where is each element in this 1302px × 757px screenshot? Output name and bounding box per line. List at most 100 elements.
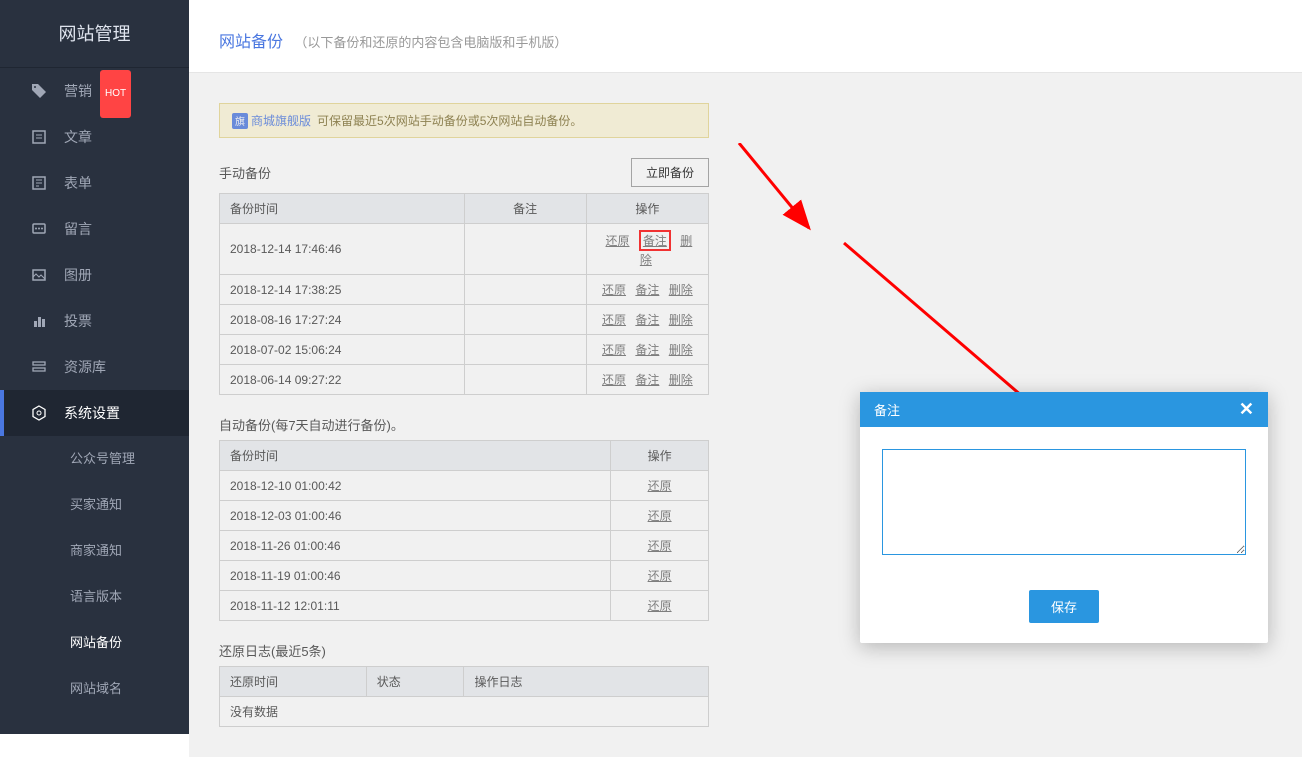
save-button[interactable]: 保存 bbox=[1029, 590, 1099, 623]
restore-link[interactable]: 还原 bbox=[602, 313, 626, 327]
restore-link[interactable]: 还原 bbox=[648, 569, 672, 583]
sidebar-item-label: 资源库 bbox=[64, 344, 106, 390]
table-row: 2018-12-10 01:00:42 还原 bbox=[220, 471, 709, 501]
notice-bar: 旗 商城旗舰版 可保留最近5次网站手动备份或5次网站自动备份。 bbox=[219, 103, 709, 138]
cell-time: 2018-12-10 01:00:42 bbox=[220, 471, 611, 501]
cell-actions: 还原 备注 删除 bbox=[586, 335, 708, 365]
cell-time: 2018-06-14 09:27:22 bbox=[220, 365, 465, 395]
hot-badge: HOT bbox=[100, 70, 131, 118]
sidebar-item-label: 买家通知 bbox=[70, 482, 122, 528]
table-row: 2018-12-14 17:38:25 还原 备注 删除 bbox=[220, 275, 709, 305]
cell-time: 2018-12-03 01:00:46 bbox=[220, 501, 611, 531]
sidebar-item-vote[interactable]: 投票 bbox=[0, 298, 189, 344]
restore-link[interactable]: 还原 bbox=[648, 599, 672, 613]
restore-link[interactable]: 还原 bbox=[602, 343, 626, 357]
form-icon bbox=[30, 174, 48, 192]
sidebar-item-message[interactable]: 留言 bbox=[0, 206, 189, 252]
sidebar-item-label: 公众号管理 bbox=[70, 436, 135, 482]
restore-link[interactable]: 还原 bbox=[602, 373, 626, 387]
delete-link[interactable]: 删除 bbox=[669, 343, 693, 357]
restore-link[interactable]: 还原 bbox=[648, 509, 672, 523]
cell-actions: 还原 bbox=[611, 591, 709, 621]
sidebar-item-label: 网站域名 bbox=[70, 666, 122, 712]
restore-log-section: 还原日志(最近5条) 还原时间 状态 操作日志 没有数据 bbox=[219, 641, 709, 727]
cell-remark bbox=[464, 305, 586, 335]
cell-time: 2018-11-12 12:01:11 bbox=[220, 591, 611, 621]
sidebar-item-label: 系统设置 bbox=[64, 390, 120, 436]
message-icon bbox=[30, 220, 48, 238]
sidebar-item-label: 营销 bbox=[64, 68, 92, 114]
modal-header: 备注 ✕ bbox=[860, 392, 1268, 427]
sidebar-title: 网站管理 bbox=[0, 0, 189, 68]
remark-link[interactable]: 备注 bbox=[639, 230, 671, 251]
cell-actions: 还原 bbox=[611, 561, 709, 591]
sidebar-item-resource[interactable]: 资源库 bbox=[0, 344, 189, 390]
cell-actions: 还原 bbox=[611, 531, 709, 561]
sidebar-item-language[interactable]: 语言版本 bbox=[0, 574, 189, 620]
remark-link[interactable]: 备注 bbox=[635, 283, 659, 297]
manual-backup-table: 备份时间 备注 操作 2018-12-14 17:46:46还原 备注 删除20… bbox=[219, 193, 709, 395]
cell-time: 2018-08-16 17:27:24 bbox=[220, 305, 465, 335]
cell-remark bbox=[464, 335, 586, 365]
page-subtitle: （以下备份和还原的内容包含电脑版和手机版） bbox=[294, 35, 567, 50]
cell-time: 2018-11-19 01:00:46 bbox=[220, 561, 611, 591]
cell-time: 2018-12-14 17:38:25 bbox=[220, 275, 465, 305]
remark-link[interactable]: 备注 bbox=[635, 373, 659, 387]
remark-link[interactable]: 备注 bbox=[635, 343, 659, 357]
sidebar-item-domain[interactable]: 网站域名 bbox=[0, 666, 189, 712]
table-row: 2018-07-02 15:06:24还原 备注 删除 bbox=[220, 335, 709, 365]
restore-link[interactable]: 还原 bbox=[648, 539, 672, 553]
backup-now-button[interactable]: 立即备份 bbox=[631, 158, 709, 187]
manual-backup-title: 手动备份 bbox=[219, 163, 271, 182]
table-row: 2018-12-14 17:46:46 还原 备注 删除 bbox=[220, 224, 709, 275]
sidebar-item-settings[interactable]: 系统设置 bbox=[0, 390, 189, 436]
col-time: 备份时间 bbox=[220, 441, 611, 471]
col-action: 操作 bbox=[586, 194, 708, 224]
gallery-icon bbox=[30, 266, 48, 284]
cell-actions: 还原 备注 删除 bbox=[586, 305, 708, 335]
table-row: 没有数据 bbox=[220, 697, 709, 727]
page-header: 网站备份 （以下备份和还原的内容包含电脑版和手机版） bbox=[189, 0, 1302, 73]
cell-remark bbox=[464, 365, 586, 395]
close-icon[interactable]: ✕ bbox=[1239, 399, 1254, 420]
table-row: 2018-06-14 09:27:22 还原 备注 删除 bbox=[220, 365, 709, 395]
sidebar-item-marketing[interactable]: HOT 营销 bbox=[0, 68, 189, 114]
remark-link[interactable]: 备注 bbox=[635, 313, 659, 327]
delete-link[interactable]: 删除 bbox=[669, 373, 693, 387]
cell-time: 2018-12-14 17:46:46 bbox=[220, 224, 465, 275]
restore-link[interactable]: 还原 bbox=[606, 234, 630, 248]
col-action: 操作 bbox=[611, 441, 709, 471]
restore-link[interactable]: 还原 bbox=[602, 283, 626, 297]
auto-backup-section: 自动备份(每7天自动进行备份)。 备份时间 操作 2018-12-10 01:0… bbox=[219, 415, 709, 621]
sidebar-item-buyer-notice[interactable]: 买家通知 bbox=[0, 482, 189, 528]
cell-actions: 还原 备注 删除 bbox=[586, 224, 708, 275]
col-status: 状态 bbox=[366, 667, 464, 697]
vote-icon bbox=[30, 312, 48, 330]
cell-remark bbox=[464, 224, 586, 275]
sidebar-item-gallery[interactable]: 图册 bbox=[0, 252, 189, 298]
sidebar-item-article[interactable]: 文章 bbox=[0, 114, 189, 160]
sidebar-item-backup[interactable]: 网站备份 bbox=[0, 620, 189, 666]
restore-log-title: 还原日志(最近5条) bbox=[219, 641, 326, 660]
delete-link[interactable]: 删除 bbox=[669, 283, 693, 297]
settings-icon bbox=[30, 404, 48, 422]
sidebar-item-label: 留言 bbox=[64, 206, 92, 252]
delete-link[interactable]: 删除 bbox=[669, 313, 693, 327]
cell-remark bbox=[464, 275, 586, 305]
sidebar-item-label: 语言版本 bbox=[70, 574, 122, 620]
empty-cell: 没有数据 bbox=[220, 697, 709, 727]
table-row: 2018-12-03 01:00:46 还原 bbox=[220, 501, 709, 531]
modal-title: 备注 bbox=[874, 400, 900, 419]
col-log: 操作日志 bbox=[464, 667, 709, 697]
sidebar-item-wechat[interactable]: 公众号管理 bbox=[0, 436, 189, 482]
remark-textarea[interactable] bbox=[882, 449, 1246, 555]
table-row: 2018-08-16 17:27:24 还原 备注 删除 bbox=[220, 305, 709, 335]
cell-actions: 还原 备注 删除 bbox=[586, 275, 708, 305]
manual-backup-section: 手动备份 立即备份 备份时间 备注 操作 2018-12-14 17:46:46… bbox=[219, 158, 709, 395]
restore-log-table: 还原时间 状态 操作日志 没有数据 bbox=[219, 666, 709, 727]
restore-link[interactable]: 还原 bbox=[648, 479, 672, 493]
sidebar-item-seller-notice[interactable]: 商家通知 bbox=[0, 528, 189, 574]
sidebar-item-label: 表单 bbox=[64, 160, 92, 206]
sidebar-item-form[interactable]: 表单 bbox=[0, 160, 189, 206]
article-icon bbox=[30, 128, 48, 146]
